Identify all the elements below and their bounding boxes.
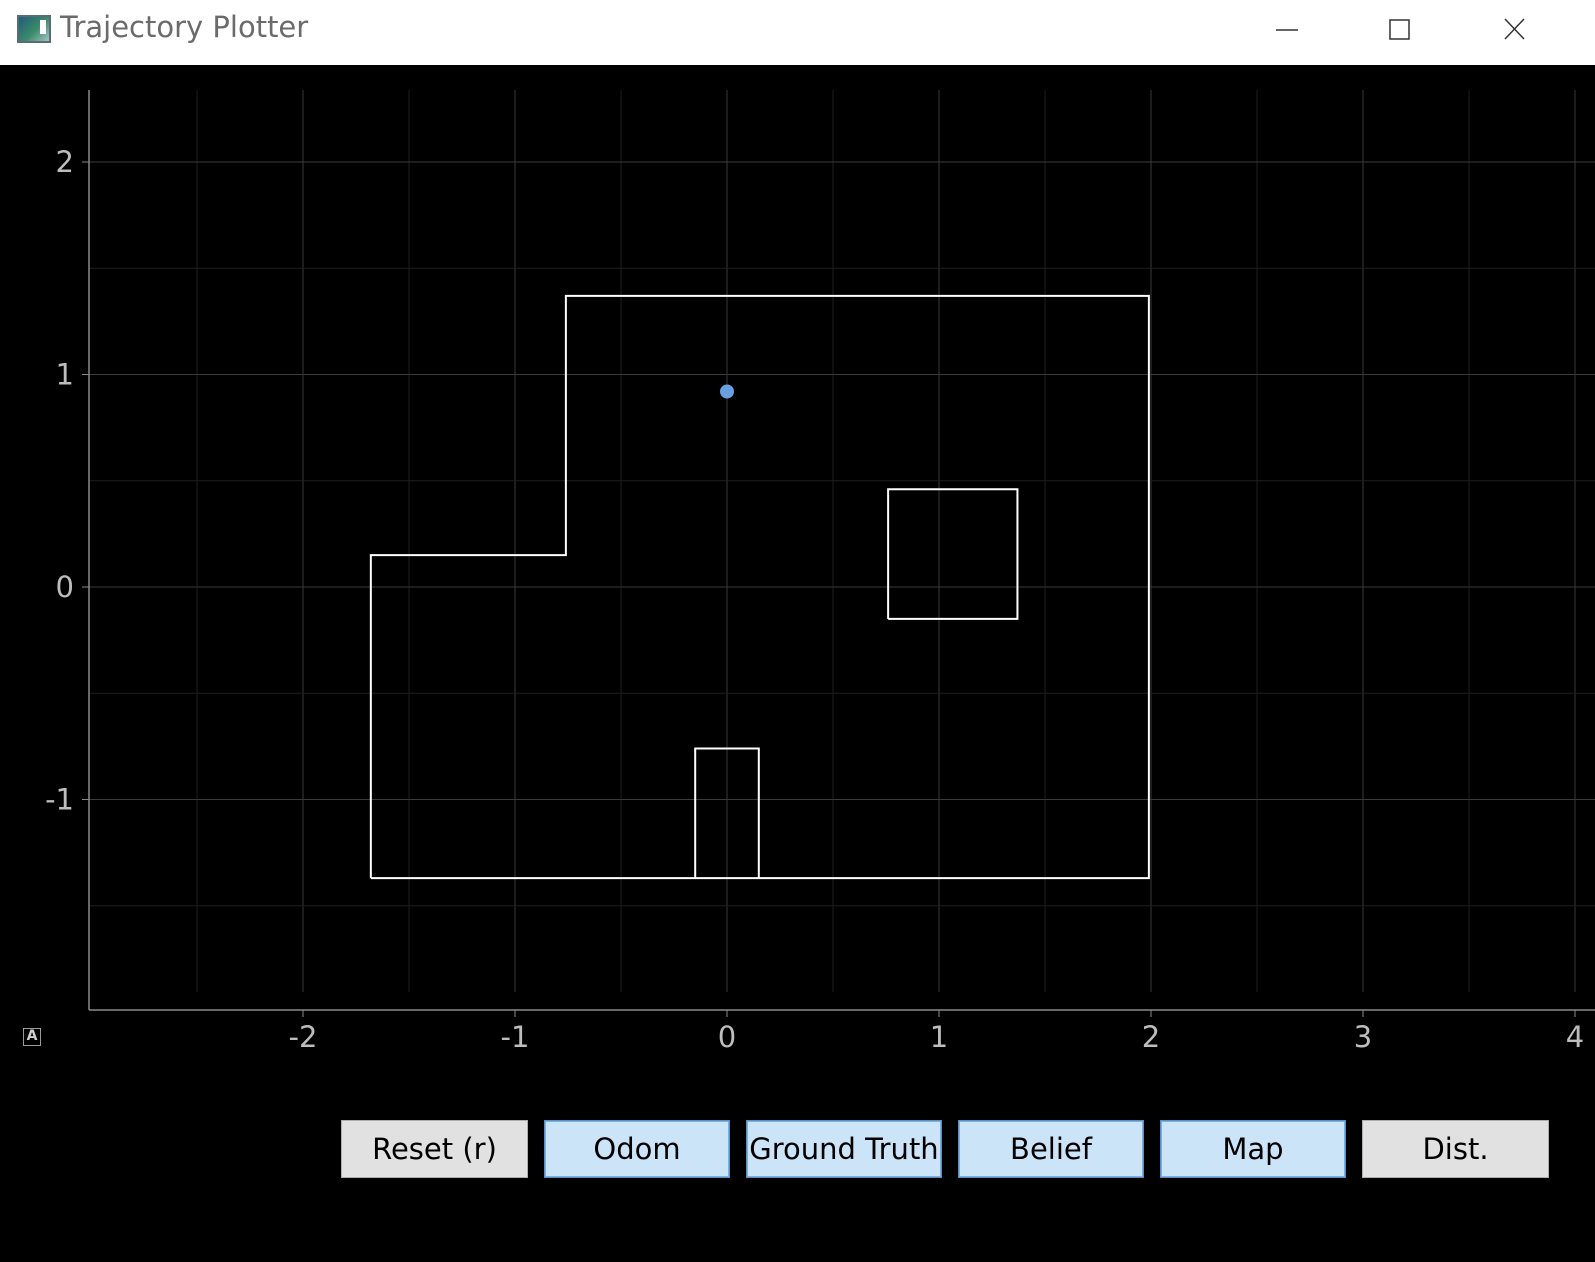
axes [88, 90, 1595, 1011]
x-tick-label: 3 [1354, 1020, 1372, 1054]
y-axis-ticks: 2 1 0 -1 [45, 145, 89, 817]
x-tick-label: -2 [289, 1020, 318, 1054]
minimize-icon [1276, 29, 1298, 31]
y-tick-label: 2 [56, 145, 74, 179]
reset-button[interactable]: Reset (r) [341, 1120, 528, 1178]
x-tick-label: 1 [930, 1020, 948, 1054]
x-tick-label: 4 [1566, 1020, 1584, 1054]
x-axis-ticks: -2 -1 0 1 2 3 4 [289, 1010, 1584, 1054]
title-bar[interactable]: Trajectory Plotter [0, 0, 1595, 65]
plot-area[interactable]: -2 -1 0 1 2 3 4 2 1 0 -1 [0, 65, 1595, 1155]
map-wall-polyline [887, 488, 1019, 620]
maximize-button[interactable] [1343, 0, 1455, 60]
y-tick-label: -1 [45, 783, 74, 817]
autoscale-button[interactable]: A [23, 1028, 41, 1046]
robot-position [720, 384, 734, 399]
maximize-icon [1389, 19, 1410, 40]
y-tick-label: 0 [56, 570, 74, 604]
map-toggle-button[interactable]: Map [1160, 1120, 1346, 1178]
x-tick-label: 0 [718, 1020, 736, 1054]
close-button[interactable] [1458, 0, 1570, 60]
x-tick-label: 2 [1142, 1020, 1160, 1054]
ground-truth-toggle-button[interactable]: Ground Truth [746, 1120, 942, 1178]
app-icon [17, 15, 51, 43]
trajectory-plot[interactable]: -2 -1 0 1 2 3 4 2 1 0 -1 [0, 65, 1595, 1155]
close-icon [1504, 18, 1525, 40]
dist-button[interactable]: Dist. [1362, 1120, 1549, 1178]
robot-position-marker [720, 384, 734, 399]
minimize-button[interactable] [1230, 0, 1342, 60]
y-tick-label: 1 [56, 358, 74, 392]
grid [89, 90, 1595, 992]
x-tick-label: -1 [501, 1020, 530, 1054]
window-title: Trajectory Plotter [60, 10, 309, 44]
belief-toggle-button[interactable]: Belief [958, 1120, 1144, 1178]
odom-toggle-button[interactable]: Odom [544, 1120, 730, 1178]
button-bar: Reset (r) Odom Ground Truth Belief Map D… [0, 1120, 1595, 1180]
